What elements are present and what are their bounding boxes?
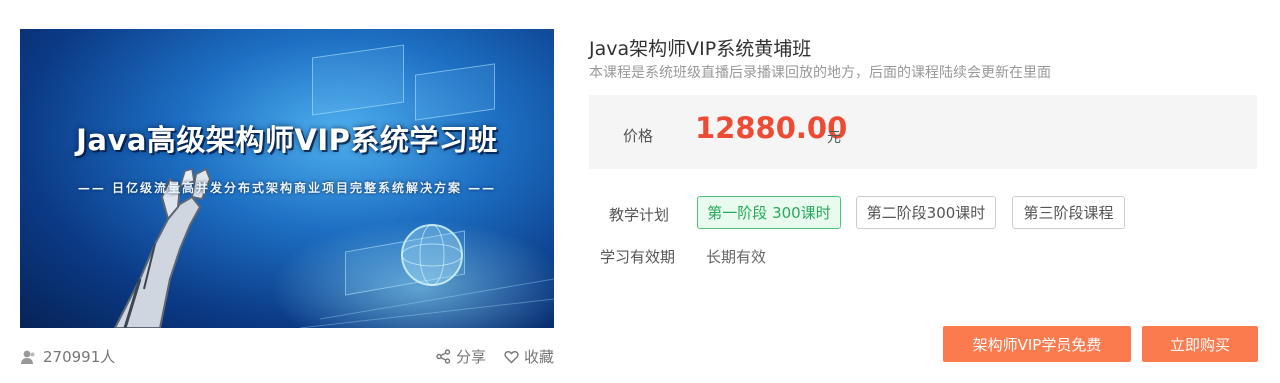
vip-free-button-label: 架构师VIP学员免费 [972,335,1102,354]
stage-option-label: 第一阶段 300课时 [707,204,831,222]
course-stats-bar: 270991人 分享 收藏 [20,346,554,370]
buy-now-button-label: 立即购买 [1169,335,1230,354]
price-unit: 元 [827,130,841,146]
price-box: 价格 12880.00 元 [589,95,1257,169]
stage-option-3[interactable]: 第三阶段课程 [1012,196,1125,229]
buy-now-button[interactable]: 立即购买 [1142,326,1258,362]
favorite-label: 收藏 [523,348,554,366]
course-description: 本课程是系统班级直播后录播课回放的地方，后面的课程陆续会更新在里面 [589,65,1051,81]
course-title: Java架构师VIP系统黄埔班 [589,38,812,60]
cover-actions: 分享 收藏 [436,346,554,367]
stage-option-1[interactable]: 第一阶段 300课时 [697,196,841,229]
user-icon [20,349,36,365]
price-value: 12880.00 [695,111,848,145]
cover-title: Java高级架构师VIP系统学习班 [76,123,498,157]
price-label: 价格 [623,127,654,145]
share-icon [436,349,451,364]
vip-free-button[interactable]: 架构师VIP学员免费 [943,326,1131,362]
heart-icon [504,350,519,364]
course-detail: Java高级架构师VIP系统学习班 —— 日亿级流量高并发分布式架构商业项目完整… [0,0,1280,383]
share-label: 分享 [455,348,486,366]
stage-option-label: 第二阶段300课时 [866,204,986,222]
stage-option-label: 第三阶段课程 [1023,204,1114,222]
stage-option-2[interactable]: 第二阶段300课时 [856,196,996,229]
validity-value: 长期有效 [706,248,767,266]
teaching-plan-label: 教学计划 [609,206,670,224]
learner-count: 270991人 [20,346,115,367]
cover-subtitle: —— 日亿级流量高并发分布式架构商业项目完整系统解决方案 —— [77,181,497,195]
validity-label: 学习有效期 [600,248,676,266]
favorite-button[interactable]: 收藏 [504,346,554,367]
share-button[interactable]: 分享 [436,346,486,367]
learner-count-value: 270991人 [43,348,116,366]
course-cover-image[interactable]: Java高级架构师VIP系统学习班 —— 日亿级流量高并发分布式架构商业项目完整… [20,29,554,328]
